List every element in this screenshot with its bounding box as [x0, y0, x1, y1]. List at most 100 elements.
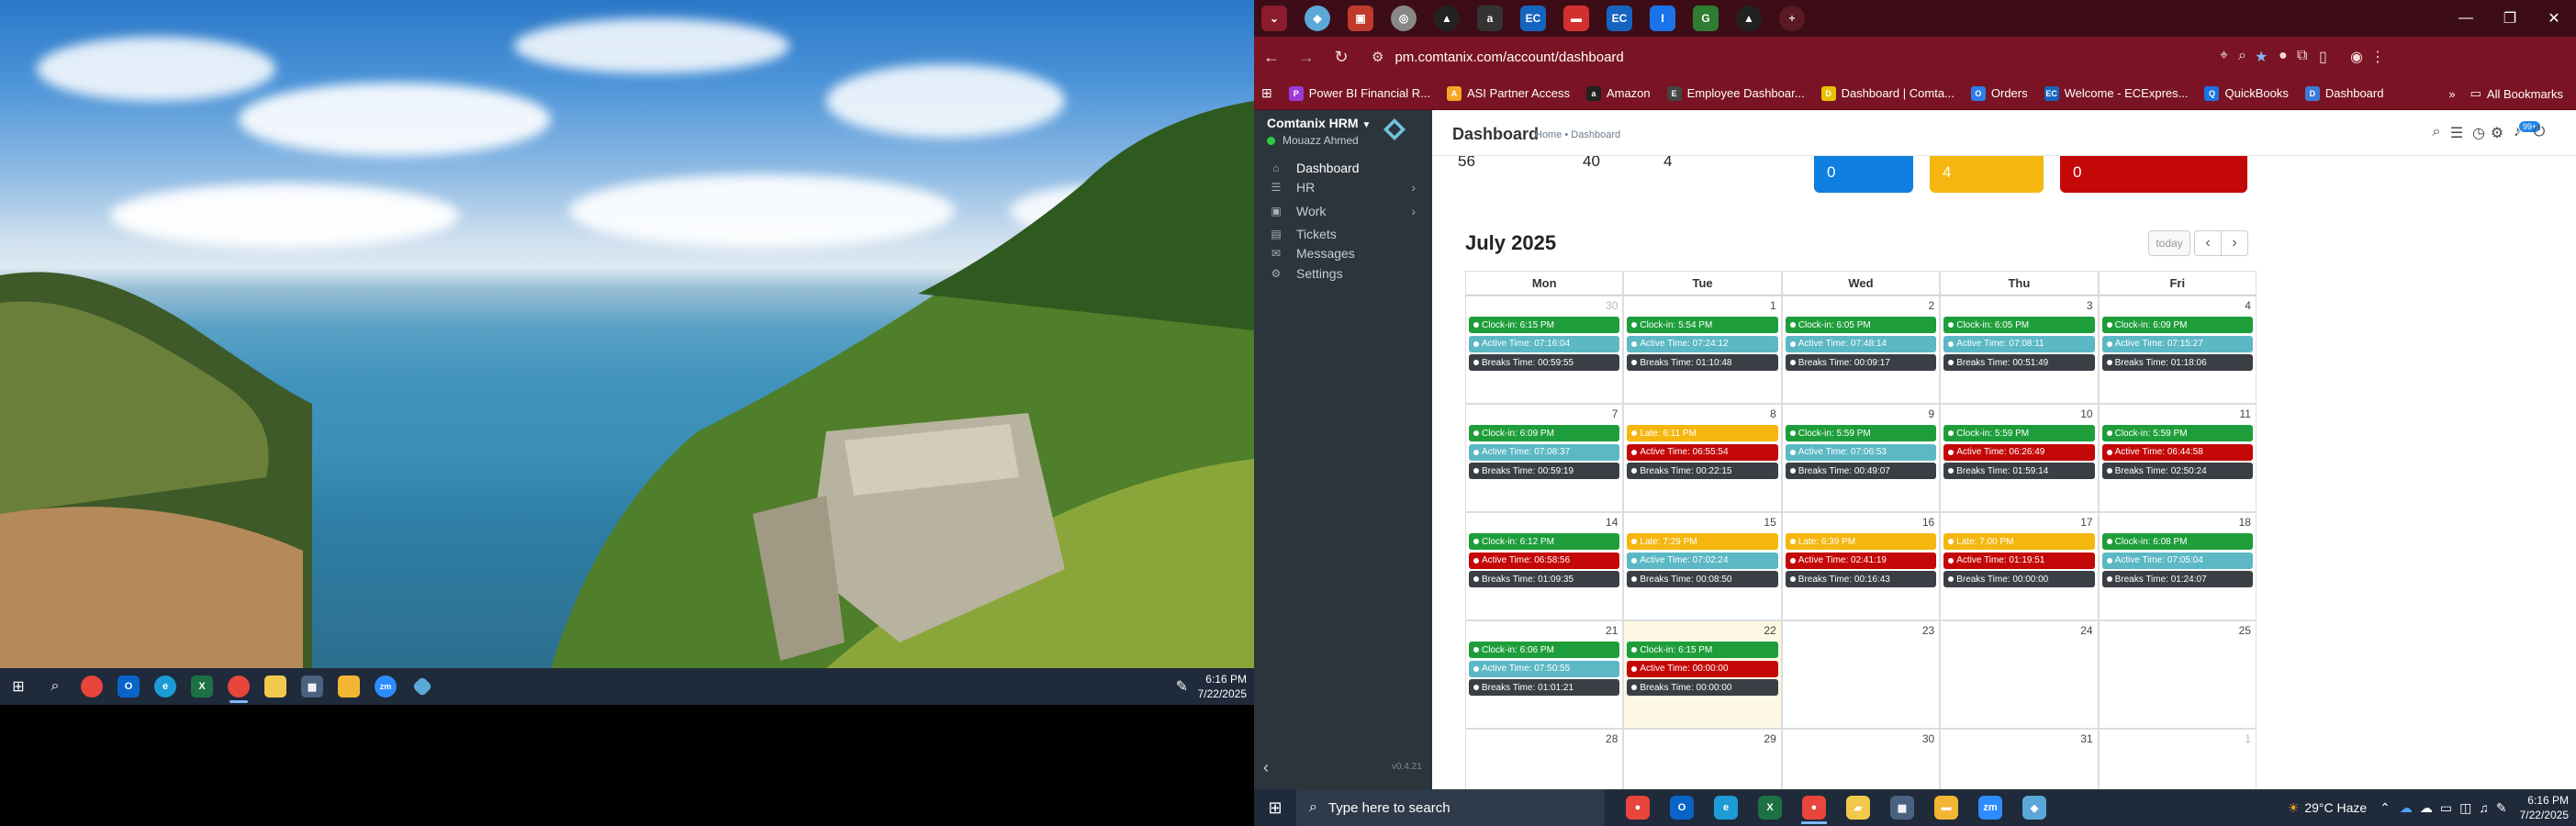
pen-icon[interactable]: ✎ — [1176, 677, 1188, 696]
calendar-day-cell[interactable]: 18 Clock-in: 6:08 PM Active Time: 07:05:04… — [2098, 512, 2257, 620]
attendance-event[interactable]: Breaks Time: 02:50:24 — [2101, 463, 2253, 479]
tab-search-icon[interactable]: ⌄ — [1261, 6, 1287, 31]
location-icon[interactable]: ⌖ — [2220, 48, 2228, 64]
calendar-day-cell[interactable]: 2 Clock-in: 6:05 PM Active Time: 07:48:14 B… — [1781, 296, 1941, 404]
zoom-icon[interactable]: zm — [367, 668, 404, 705]
calculator-icon[interactable]: ▦ — [1880, 789, 1924, 826]
today-button[interactable]: today — [2148, 230, 2190, 256]
attendance-event[interactable]: Breaks Time: 01:09:35 — [1469, 571, 1620, 587]
site-info-icon[interactable]: ⚙ — [1372, 49, 1383, 65]
battery-icon[interactable]: ▭ — [2440, 800, 2452, 816]
attendance-event[interactable]: Clock-in: 6:15 PM — [1627, 642, 1778, 658]
attendance-event[interactable]: Active Time: 00:00:00 — [1627, 660, 1778, 677]
attendance-event[interactable]: Late: 6:39 PM — [1785, 533, 1937, 550]
attendance-event[interactable]: Breaks Time: 00:16:43 — [1785, 571, 1937, 587]
weather-icon[interactable]: ☀ — [2288, 800, 2300, 816]
zoom-icon[interactable]: zm — [1968, 789, 2012, 826]
forward-icon[interactable]: → — [1289, 48, 1324, 67]
attendance-event[interactable]: Clock-in: 5:59 PM — [1785, 425, 1937, 441]
network-icon[interactable]: ◫ — [2459, 800, 2471, 816]
split-icon[interactable]: ▯ — [2319, 48, 2327, 66]
calendar-day-cell[interactable]: 16 Late: 6:39 PM Active Time: 02:41:19 Brea… — [1781, 512, 1941, 620]
bookmark-item[interactable]: a Amazon — [1585, 85, 1651, 101]
tab-icon[interactable]: ▬ — [1563, 6, 1589, 31]
chrome-active-icon[interactable] — [220, 668, 257, 705]
attendance-event[interactable]: Active Time: 07:16:04 — [1469, 335, 1620, 352]
breadcrumb[interactable]: Home • Dashboard — [1535, 129, 1620, 140]
attendance-event[interactable]: Clock-in: 6:05 PM — [1943, 317, 2095, 333]
comtanix-icon[interactable] — [404, 668, 441, 705]
attendance-event[interactable]: Clock-in: 6:15 PM — [1469, 317, 1620, 333]
file-explorer-icon[interactable] — [330, 668, 367, 705]
calendar-day-cell[interactable]: 29 — [1623, 729, 1782, 789]
excel-icon[interactable]: X — [184, 668, 220, 705]
attendance-event[interactable]: Breaks Time: 01:59:14 — [1943, 463, 2095, 479]
attendance-event[interactable]: Breaks Time: 00:00:00 — [1627, 679, 1778, 696]
next-month-button[interactable]: › — [2221, 230, 2248, 256]
calendar-day-cell[interactable]: 31 — [1940, 729, 2099, 789]
extensions-puzzle-icon[interactable]: ⧉ — [2297, 48, 2307, 64]
tab-icon[interactable]: ▣ — [1348, 6, 1373, 31]
attendance-event[interactable]: Clock-in: 6:09 PM — [2101, 317, 2253, 333]
pen-icon[interactable]: ✎ — [2496, 800, 2507, 816]
calendar-day-cell[interactable]: 15 Late: 7:29 PM Active Time: 07:02:24 Brea… — [1623, 512, 1782, 620]
tab-comtanix-active[interactable]: ◆ — [1305, 6, 1330, 31]
calendar-day-cell[interactable]: 25 — [2098, 620, 2257, 729]
reload-icon[interactable]: ↻ — [1324, 48, 1359, 67]
bookmark-item[interactable]: A ASI Partner Access — [1446, 85, 1570, 101]
settings-icon[interactable]: ⚙ — [2488, 124, 2506, 142]
attendance-event[interactable]: Late: 7:29 PM — [1627, 533, 1778, 550]
more-bookmarks-icon[interactable]: » — [2448, 87, 2455, 101]
attendance-event[interactable]: Active Time: 06:26:49 — [1943, 443, 2095, 461]
sticky-notes-icon[interactable] — [257, 668, 294, 705]
chrome-icon[interactable]: ● — [1616, 789, 1660, 826]
search-icon[interactable]: ⌕ — [37, 668, 73, 705]
calendar-day-cell[interactable]: 10 Clock-in: 5:59 PM Active Time: 06:26:49… — [1940, 404, 2099, 512]
calendar-day-cell[interactable]: 30 Clock-in: 6:15 PM Active Time: 07:16:04… — [1465, 296, 1624, 404]
attendance-event[interactable]: Active Time: 07:15:27 — [2101, 335, 2253, 352]
attendance-event[interactable]: Active Time: 06:58:56 — [1469, 552, 1620, 569]
bookmark-item[interactable]: E Employee Dashboar... — [1666, 85, 1805, 101]
attendance-event[interactable]: Breaks Time: 00:59:55 — [1469, 354, 1620, 371]
calendar-day-cell[interactable]: 3 Clock-in: 6:05 PM Active Time: 07:08:11 B… — [1940, 296, 2099, 404]
tab-ec-icon[interactable]: EC — [1607, 6, 1632, 31]
volume-icon[interactable]: ♫ — [2479, 800, 2489, 815]
calendar-day-cell[interactable]: 30 — [1781, 729, 1941, 789]
attendance-event[interactable]: Late: 7:00 PM — [1943, 533, 2095, 550]
profile-icon[interactable]: ◉ — [2350, 48, 2363, 66]
attendance-event[interactable]: Breaks Time: 00:09:17 — [1785, 354, 1937, 371]
calendar-day-cell[interactable]: 23 — [1781, 620, 1941, 729]
onedrive-icon[interactable]: ☁ — [2400, 800, 2413, 816]
attendance-event[interactable]: Active Time: 07:24:12 — [1627, 335, 1778, 352]
calendar-day-cell[interactable]: 21 Clock-in: 6:06 PM Active Time: 07:50:55… — [1465, 620, 1624, 729]
attendance-event[interactable]: Breaks Time: 00:22:15 — [1627, 463, 1778, 479]
cloud-icon[interactable]: ☁ — [2420, 800, 2433, 816]
new-tab-button[interactable]: + — [1779, 6, 1805, 31]
tab-ec-icon[interactable]: EC — [1520, 6, 1546, 31]
search-icon[interactable]: ⌕ — [2427, 124, 2446, 142]
attendance-event[interactable]: Active Time: 06:55:54 — [1627, 443, 1778, 461]
chrome-active-icon[interactable]: ● — [1792, 789, 1836, 826]
attendance-event[interactable]: Breaks Time: 01:24:07 — [2101, 571, 2253, 587]
calculator-icon[interactable]: ▦ — [294, 668, 330, 705]
attendance-event[interactable]: Clock-in: 5:59 PM — [1943, 425, 2095, 441]
prev-month-button[interactable]: ‹ — [2194, 230, 2222, 256]
attendance-event[interactable]: Clock-in: 5:59 PM — [2101, 425, 2253, 441]
attendance-event[interactable]: Breaks Time: 00:00:00 — [1943, 571, 2095, 587]
apps-grid-icon[interactable]: ⊞ — [1261, 85, 1272, 101]
bookmark-item[interactable]: P Power BI Financial R... — [1288, 85, 1430, 101]
attendance-event[interactable]: Active Time: 07:50:55 — [1469, 660, 1620, 677]
attendance-event[interactable]: Breaks Time: 01:10:48 — [1627, 354, 1778, 371]
bookmark-item[interactable]: EC Welcome - ECExpres... — [2044, 85, 2188, 101]
attendance-event[interactable]: Clock-in: 6:09 PM — [1469, 425, 1620, 441]
all-bookmarks[interactable]: » ▭ All Bookmarks — [2448, 77, 2563, 110]
comtanix-icon[interactable]: ◆ — [2012, 789, 2056, 826]
tab-quickbooks-icon[interactable]: I — [1650, 6, 1675, 31]
attendance-event[interactable]: Breaks Time: 01:18:06 — [2101, 354, 2253, 371]
attendance-event[interactable]: Breaks Time: 00:49:07 — [1785, 463, 1937, 479]
restore-icon[interactable]: ❐ — [2488, 0, 2532, 37]
status-box[interactable]: 0 — [2060, 156, 2247, 193]
calendar-day-cell[interactable]: 24 — [1940, 620, 2099, 729]
attendance-event[interactable]: Clock-in: 6:05 PM — [1785, 317, 1937, 333]
clock-icon[interactable]: ◷ — [2470, 124, 2488, 142]
